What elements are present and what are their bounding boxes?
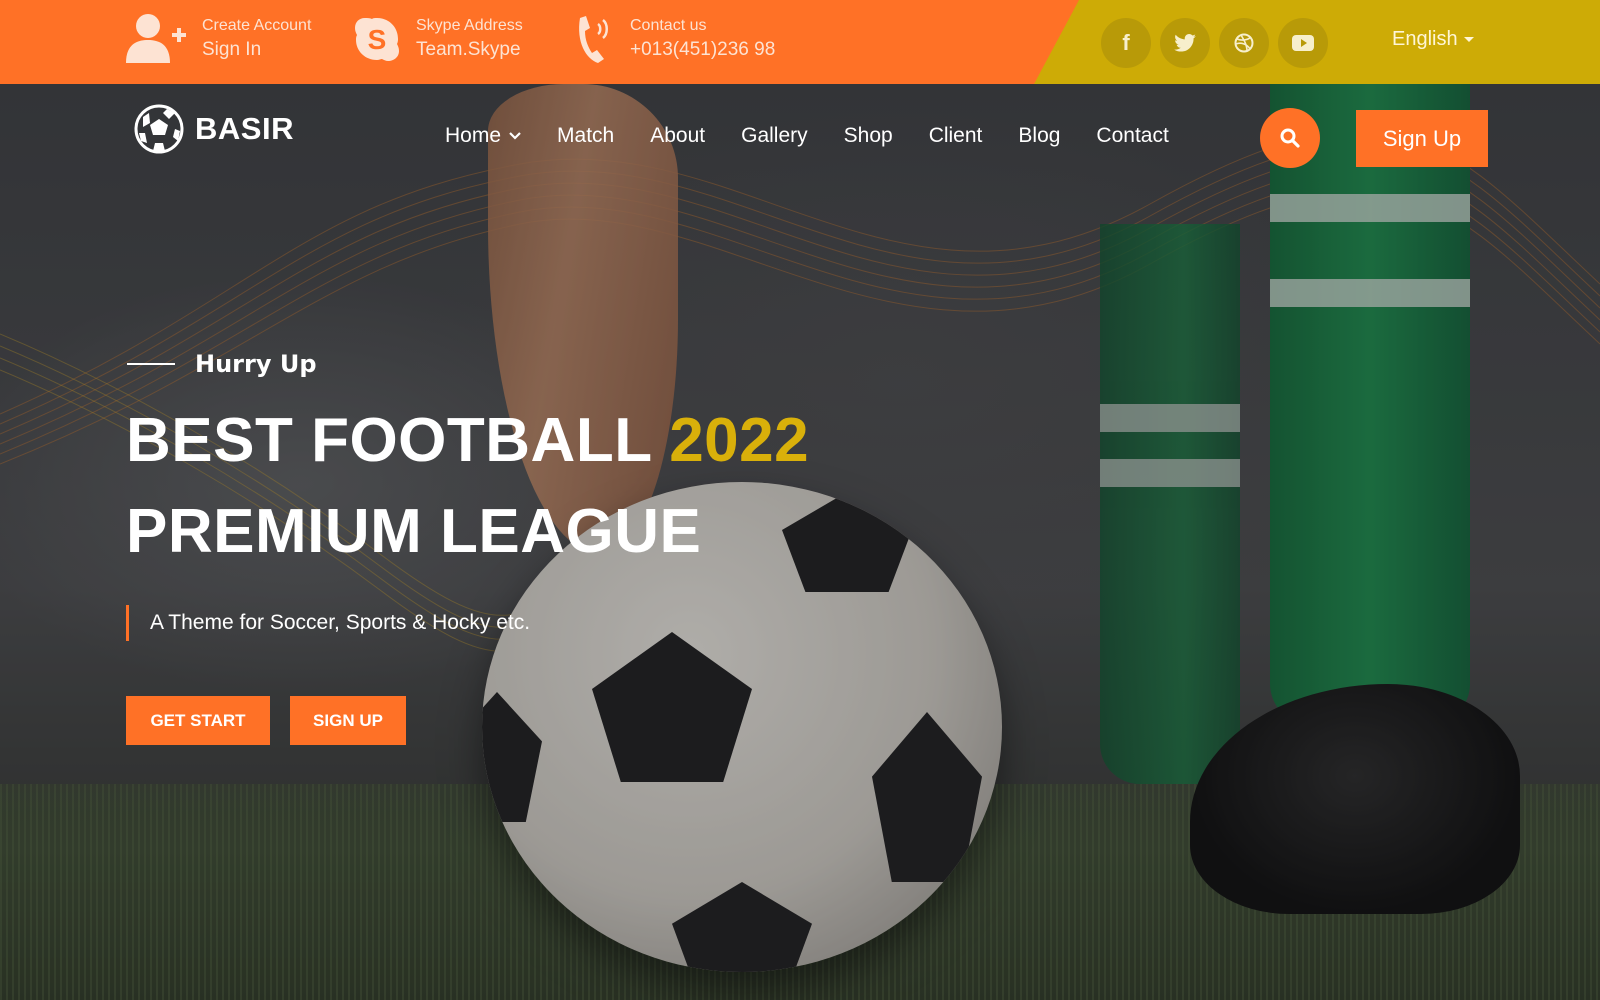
skype-icon: S bbox=[352, 12, 402, 66]
football-logo-icon bbox=[134, 104, 184, 154]
skype-info[interactable]: S Skype Address Team.Skype bbox=[352, 12, 523, 66]
get-start-button[interactable]: GET START bbox=[126, 696, 270, 745]
contact-label: Contact us bbox=[630, 17, 707, 34]
dribbble-icon bbox=[1234, 33, 1254, 53]
kicker-line bbox=[127, 363, 175, 365]
nav-item-blog[interactable]: Blog bbox=[1018, 124, 1060, 148]
hero-title-line1: BEST FOOTBALL 2022 bbox=[126, 405, 809, 476]
nav-item-match[interactable]: Match bbox=[557, 124, 614, 148]
hero-kicker: Hurry Up bbox=[127, 350, 317, 378]
search-icon bbox=[1280, 128, 1300, 148]
hero-title-accent: 2022 bbox=[669, 406, 810, 475]
nav-item-shop[interactable]: Shop bbox=[844, 124, 893, 148]
dribbble-link[interactable] bbox=[1219, 18, 1269, 68]
facebook-icon: f bbox=[1122, 30, 1130, 55]
hero-sign-up-button[interactable]: SIGN UP bbox=[290, 696, 406, 745]
hero-title-line2: PREMIUM LEAGUE bbox=[126, 497, 702, 566]
chevron-down-icon bbox=[509, 132, 521, 140]
hero-tagline: A Theme for Soccer, Sports & Hocky etc. bbox=[126, 605, 530, 641]
nav-item-contact[interactable]: Contact bbox=[1096, 124, 1168, 148]
search-button[interactable] bbox=[1260, 108, 1320, 168]
youtube-link[interactable] bbox=[1278, 18, 1328, 68]
kicker-text: Hurry Up bbox=[195, 350, 317, 378]
sign-in-link[interactable]: Sign In bbox=[202, 37, 311, 63]
sign-up-button[interactable]: Sign Up bbox=[1356, 110, 1488, 167]
logo-text: BASIR bbox=[195, 111, 294, 146]
language-label: English bbox=[1392, 28, 1458, 50]
svg-text:S: S bbox=[368, 24, 387, 55]
logo[interactable]: BASIR bbox=[133, 103, 294, 155]
skype-value: Team.Skype bbox=[416, 39, 521, 60]
user-plus-icon bbox=[126, 12, 188, 66]
twitter-link[interactable] bbox=[1160, 18, 1210, 68]
contact-info[interactable]: Contact us +013(451)236 98 bbox=[572, 12, 775, 66]
create-account-link[interactable]: Create Account Sign In bbox=[126, 12, 311, 66]
phone-icon bbox=[572, 12, 616, 66]
phone-number[interactable]: +013(451)236 98 bbox=[630, 37, 775, 63]
nav-item-client[interactable]: Client bbox=[929, 124, 983, 148]
nav-item-gallery[interactable]: Gallery bbox=[741, 124, 808, 148]
main-nav: Home Match About Gallery Shop Client Blo… bbox=[445, 124, 1169, 148]
nav-label: Home bbox=[445, 124, 502, 147]
nav-item-home[interactable]: Home bbox=[445, 124, 521, 148]
skype-label: Skype Address bbox=[416, 17, 523, 34]
youtube-icon bbox=[1292, 35, 1314, 51]
language-selector[interactable]: English bbox=[1392, 28, 1474, 51]
hero-title-main: BEST FOOTBALL bbox=[126, 406, 652, 475]
twitter-icon bbox=[1174, 34, 1196, 52]
caret-down-icon bbox=[1463, 37, 1474, 42]
top-bar: Create Account Sign In S Skype Address T… bbox=[0, 0, 1600, 84]
nav-item-about[interactable]: About bbox=[650, 124, 705, 148]
facebook-link[interactable]: f bbox=[1101, 18, 1151, 68]
create-account-label: Create Account bbox=[202, 17, 312, 34]
